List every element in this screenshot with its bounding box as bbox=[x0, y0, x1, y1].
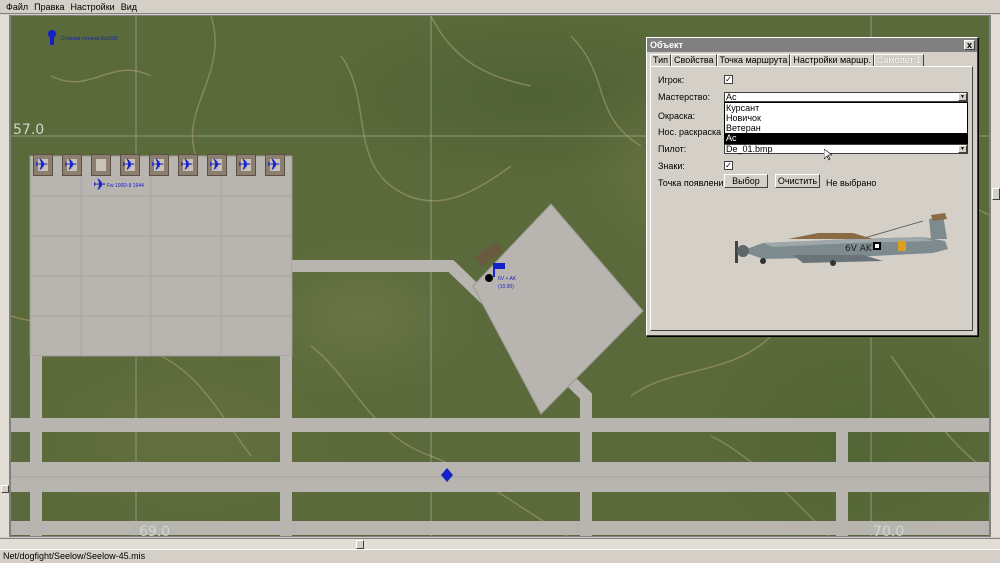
skill-option[interactable]: Новичок bbox=[725, 113, 967, 123]
dialog-tabs: Тип Свойства Точка маршрута Настройки ма… bbox=[650, 54, 925, 66]
aircraft-icon[interactable]: ✈ bbox=[238, 158, 251, 174]
player-checkbox[interactable]: ✓ bbox=[724, 75, 733, 84]
hangar bbox=[91, 154, 111, 176]
horizontal-scroll-thumb[interactable] bbox=[356, 540, 364, 549]
skin-label: Окраска: bbox=[658, 111, 696, 121]
aircraft-icon[interactable]: ✈ bbox=[35, 158, 48, 174]
vertical-scroll-thumb[interactable] bbox=[992, 188, 1000, 200]
spawn-point-label: Точка появлени bbox=[658, 178, 724, 188]
horizontal-scrollbar[interactable] bbox=[0, 538, 1000, 549]
vertical-scrollbar[interactable] bbox=[990, 15, 1000, 537]
tab-waypoint[interactable]: Точка маршрута bbox=[716, 54, 791, 66]
skill-label: Мастерство: bbox=[658, 92, 710, 102]
pilot-select-value: De_01.bmp bbox=[726, 144, 773, 154]
tab-aircraft-1[interactable]: Самолет 1 bbox=[873, 54, 925, 66]
markings-checkbox[interactable]: ✓ bbox=[724, 161, 733, 170]
selected-flight-label: 6V + AK bbox=[498, 276, 517, 282]
status-bar: Net/dogfight/Seelow/Seelow-45.mis bbox=[0, 549, 1000, 563]
mouse-cursor-icon bbox=[824, 149, 832, 161]
selected-flight-altitude: (10.00) bbox=[498, 284, 514, 290]
aircraft-icon[interactable]: ✈ bbox=[267, 158, 280, 174]
dialog-titlebar[interactable]: Объект x bbox=[647, 38, 977, 52]
aircraft-icon[interactable]: ✈ bbox=[122, 158, 135, 174]
skill-option[interactable]: Ветеран bbox=[725, 123, 967, 133]
menu-file[interactable]: Файл bbox=[3, 0, 31, 14]
skill-dropdown-list: Курсант Новичок Ветеран Ас bbox=[724, 102, 968, 144]
spawn-point-value: Не выбрано bbox=[826, 178, 877, 188]
dialog-title: Объект bbox=[650, 40, 683, 50]
grid-label: 57.0 bbox=[13, 122, 45, 138]
tab-properties[interactable]: Свойства bbox=[671, 54, 717, 66]
menu-edit[interactable]: Правка bbox=[31, 0, 67, 14]
aircraft-icon[interactable]: ✈ bbox=[151, 158, 164, 174]
skill-select-value: Ас bbox=[726, 92, 737, 102]
left-scrollbar[interactable] bbox=[0, 15, 10, 537]
skill-select[interactable]: Ас ▼ bbox=[724, 92, 968, 102]
select-button[interactable]: Выбор bbox=[724, 174, 768, 188]
player-label: Игрок: bbox=[658, 75, 685, 85]
aircraft-icon[interactable]: ✈ bbox=[209, 158, 222, 174]
aircraft-preview: 6V AK bbox=[735, 213, 948, 266]
markings-label: Знаки: bbox=[658, 161, 685, 171]
menu-view[interactable]: Вид bbox=[118, 0, 140, 14]
selected-flight-marker bbox=[485, 274, 493, 282]
tab-panel: Игрок: ✓ Мастерство: Ас ▼ Курсант Новичо… bbox=[650, 66, 973, 331]
object-dialog: Объект x Тип Свойства Точка маршрута Нас… bbox=[646, 37, 978, 336]
tab-type[interactable]: Тип bbox=[650, 54, 672, 66]
tab-route-settings[interactable]: Настройки маршр. bbox=[790, 54, 874, 66]
close-icon[interactable]: x bbox=[964, 40, 975, 50]
grid-label: 70.0 bbox=[873, 524, 905, 537]
aircraft-label: Fw 190D-9 1944 bbox=[107, 183, 144, 189]
chevron-down-icon[interactable]: ▼ bbox=[958, 93, 967, 101]
chevron-down-icon[interactable]: ▼ bbox=[958, 145, 967, 153]
grid-label: 69.0 bbox=[139, 524, 171, 537]
aircraft-marking: 6V AK bbox=[845, 244, 873, 254]
nose-art-label: Нос. раскраска bbox=[658, 127, 722, 137]
clear-button[interactable]: Очистить bbox=[775, 174, 820, 188]
left-scroll-thumb[interactable] bbox=[1, 485, 9, 493]
pilot-select[interactable]: De_01.bmp ▼ bbox=[724, 144, 968, 154]
aircraft-icon[interactable]: ✈ bbox=[180, 158, 193, 174]
aircraft-icon[interactable]: ✈ bbox=[64, 158, 77, 174]
skill-option-selected[interactable]: Ас bbox=[725, 133, 967, 143]
static-object-label: Стрелки стоянки Бк1000 bbox=[61, 36, 118, 42]
menu-settings[interactable]: Настройки bbox=[68, 0, 118, 14]
aircraft-icon[interactable]: ✈ bbox=[93, 178, 106, 194]
pilot-label: Пилот: bbox=[658, 144, 687, 154]
menu-bar: Файл Правка Настройки Вид bbox=[0, 0, 1000, 14]
skill-option[interactable]: Курсант bbox=[725, 103, 967, 113]
